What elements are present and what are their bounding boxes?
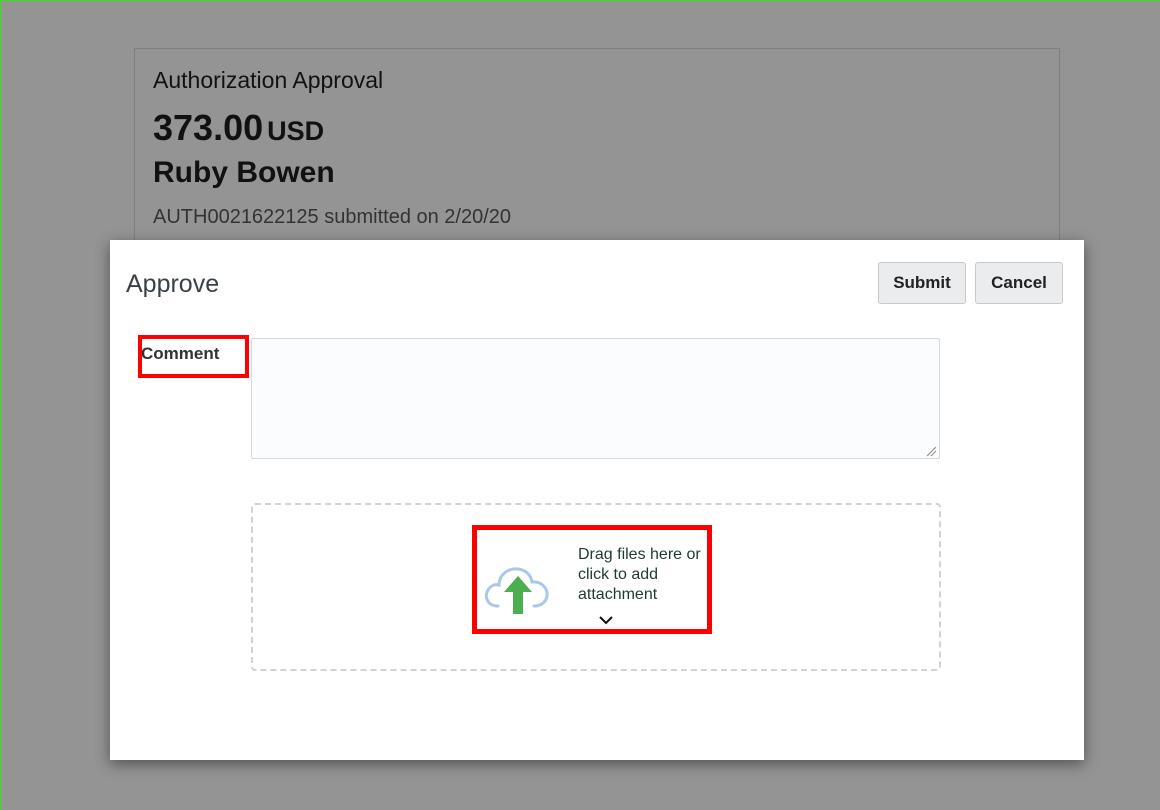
comment-field[interactable]: [251, 338, 940, 459]
approve-dialog: Approve Submit Cancel Comment Drag files…: [110, 240, 1084, 760]
submission-meta: AUTH0021622125 submitted on 2/20/20: [153, 206, 512, 228]
amount-currency: USD: [267, 116, 325, 146]
resize-grip-icon[interactable]: [925, 445, 937, 457]
amount: 373.00 USD: [153, 110, 1041, 146]
upload-highlight: [472, 525, 712, 634]
submit-button[interactable]: Submit: [878, 262, 966, 304]
card-title: Authorization Approval: [153, 67, 384, 93]
requester-name: Ruby Bowen: [153, 156, 335, 189]
amount-value: 373.00: [153, 107, 264, 148]
dialog-title: Approve: [126, 270, 220, 298]
comment-label-highlight: [138, 335, 249, 378]
cancel-button[interactable]: Cancel: [975, 262, 1063, 304]
